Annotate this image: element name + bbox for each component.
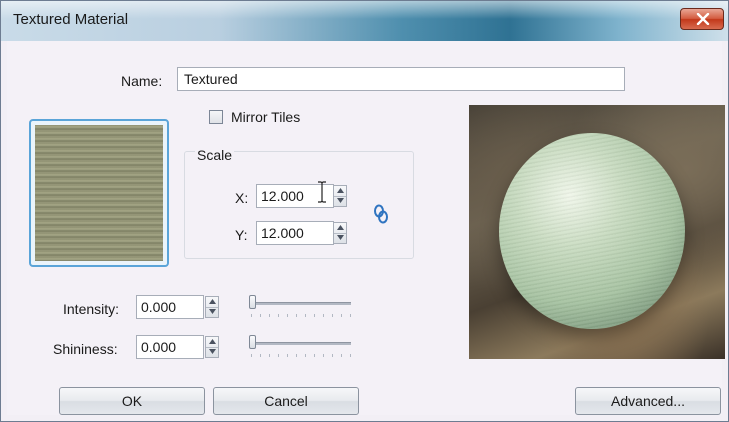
scale-y-down-button[interactable] bbox=[334, 233, 346, 243]
scale-x-spinner[interactable] bbox=[333, 185, 347, 207]
scale-y-label: Y: bbox=[235, 227, 248, 243]
preview-sphere bbox=[499, 133, 685, 329]
texture-swatch-image bbox=[35, 125, 163, 261]
arrow-down-icon bbox=[209, 349, 216, 354]
shininess-input[interactable] bbox=[136, 335, 204, 359]
intensity-input[interactable] bbox=[136, 295, 204, 319]
arrow-up-icon bbox=[337, 188, 344, 193]
arrow-up-icon bbox=[209, 299, 216, 304]
name-label: Name: bbox=[121, 73, 163, 89]
intensity-slider-ticks bbox=[251, 314, 351, 317]
close-button[interactable] bbox=[680, 8, 724, 30]
text-cursor-icon bbox=[318, 181, 326, 203]
textured-material-dialog: Textured Material Name: Mirror Tiles Sca… bbox=[0, 0, 729, 422]
advanced-button[interactable]: Advanced... bbox=[575, 387, 721, 415]
shininess-spinner[interactable] bbox=[205, 336, 219, 358]
intensity-label: Intensity: bbox=[63, 301, 120, 317]
scale-y-spinner[interactable] bbox=[333, 222, 347, 244]
window-title: Textured Material bbox=[13, 11, 129, 28]
scale-group-label: Scale bbox=[195, 147, 235, 163]
arrow-up-icon bbox=[337, 225, 344, 230]
mirror-tiles-label[interactable]: Mirror Tiles bbox=[231, 109, 300, 125]
scale-y-input[interactable] bbox=[256, 221, 334, 245]
arrow-down-icon bbox=[209, 309, 216, 314]
intensity-down-button[interactable] bbox=[206, 307, 218, 317]
cancel-button[interactable]: Cancel bbox=[213, 387, 359, 415]
name-input[interactable] bbox=[177, 67, 625, 91]
mirror-tiles-checkbox[interactable] bbox=[209, 110, 223, 124]
shininess-slider-thumb[interactable] bbox=[249, 335, 256, 349]
arrow-down-icon bbox=[337, 198, 344, 203]
shininess-down-button[interactable] bbox=[206, 347, 218, 357]
intensity-spinner[interactable] bbox=[205, 296, 219, 318]
scale-x-down-button[interactable] bbox=[334, 196, 346, 206]
shininess-slider-track[interactable] bbox=[251, 342, 351, 345]
texture-swatch[interactable] bbox=[29, 119, 169, 267]
intensity-slider-track[interactable] bbox=[251, 302, 351, 305]
scale-x-label: X: bbox=[235, 190, 249, 206]
shininess-slider-ticks bbox=[251, 354, 351, 357]
title-bar[interactable]: Textured Material bbox=[1, 1, 728, 41]
material-preview[interactable] bbox=[469, 105, 725, 359]
intensity-slider-thumb[interactable] bbox=[249, 295, 256, 309]
close-icon bbox=[696, 13, 710, 25]
ok-button[interactable]: OK bbox=[59, 387, 205, 415]
link-chain-icon[interactable] bbox=[373, 204, 389, 224]
arrow-up-icon bbox=[209, 339, 216, 344]
shininess-label: Shininess: bbox=[53, 341, 118, 357]
arrow-down-icon bbox=[337, 235, 344, 240]
